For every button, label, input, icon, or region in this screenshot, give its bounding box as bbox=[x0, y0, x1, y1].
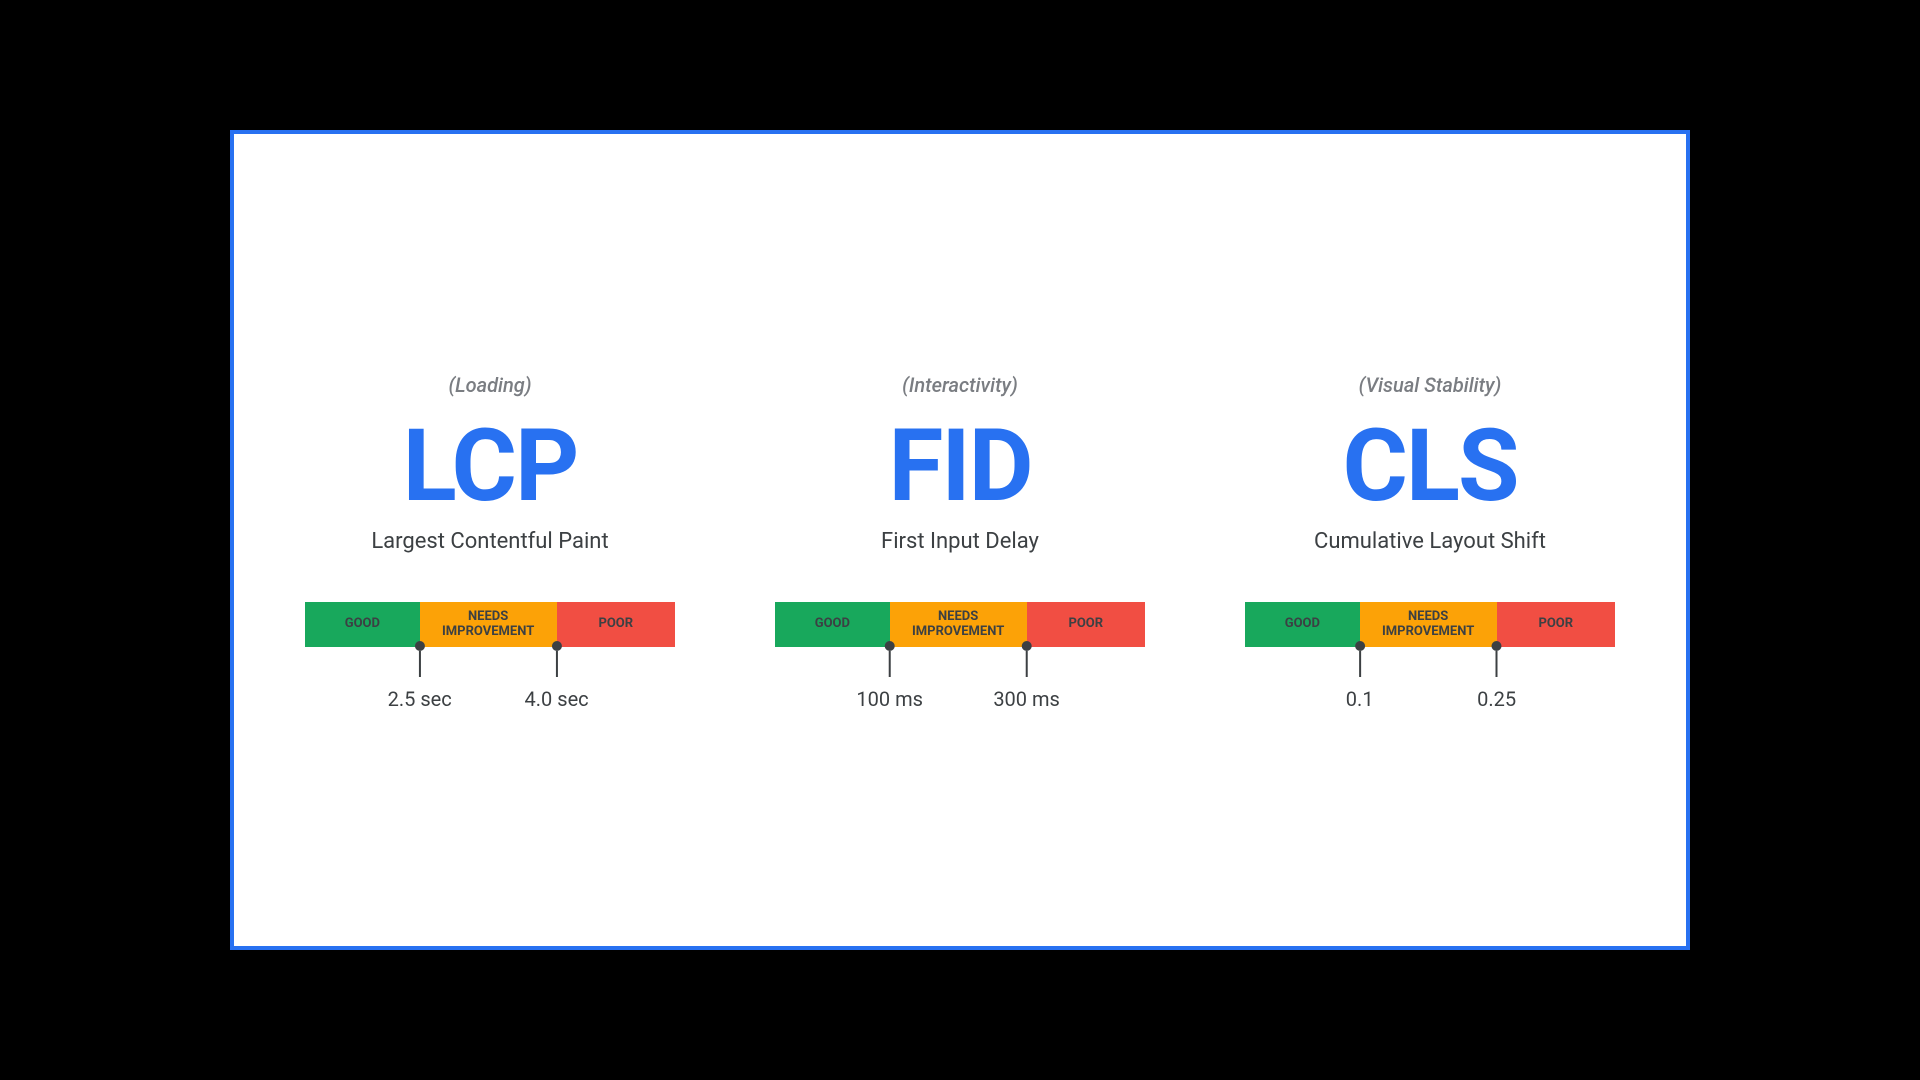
metric-fid: (Interactivity) FID First Input Delay GO… bbox=[775, 373, 1145, 707]
threshold-bar: GOOD NEEDSIMPROVEMENT POOR 0.1 0.25 bbox=[1245, 602, 1615, 707]
threshold-bar: GOOD NEEDSIMPROVEMENT POOR 100 ms 300 ms bbox=[775, 602, 1145, 707]
diagram-frame: (Loading) LCP Largest Contentful Paint G… bbox=[230, 130, 1690, 950]
threshold-marker-1: 100 ms bbox=[856, 641, 923, 711]
threshold-value: 100 ms bbox=[856, 687, 923, 711]
threshold-value: 0.25 bbox=[1477, 687, 1516, 711]
metric-category: (Loading) bbox=[448, 373, 531, 397]
threshold-marker-2: 0.25 bbox=[1477, 641, 1516, 711]
bar-segments: GOOD NEEDSIMPROVEMENT POOR bbox=[775, 602, 1145, 647]
marker-dot-icon bbox=[1022, 641, 1032, 651]
threshold-marker-2: 4.0 sec bbox=[525, 641, 589, 711]
metric-abbrev: FID bbox=[888, 417, 1031, 517]
metric-fullname: Largest Contentful Paint bbox=[371, 529, 608, 554]
threshold-marker-1: 2.5 sec bbox=[388, 641, 452, 711]
threshold-value: 4.0 sec bbox=[525, 687, 589, 711]
bar-segments: GOOD NEEDSIMPROVEMENT POOR bbox=[1245, 602, 1615, 647]
threshold-ticks: 0.1 0.25 bbox=[1245, 647, 1615, 707]
metric-fullname: Cumulative Layout Shift bbox=[1314, 529, 1546, 554]
marker-line-icon bbox=[1496, 651, 1498, 677]
marker-line-icon bbox=[1359, 651, 1361, 677]
threshold-value: 300 ms bbox=[993, 687, 1060, 711]
metric-abbrev: LCP bbox=[403, 417, 578, 517]
threshold-marker-2: 300 ms bbox=[993, 641, 1060, 711]
threshold-ticks: 100 ms 300 ms bbox=[775, 647, 1145, 707]
marker-dot-icon bbox=[1492, 641, 1502, 651]
metric-lcp: (Loading) LCP Largest Contentful Paint G… bbox=[305, 373, 675, 707]
threshold-value: 2.5 sec bbox=[388, 687, 452, 711]
threshold-bar: GOOD NEEDSIMPROVEMENT POOR 2.5 sec 4.0 s… bbox=[305, 602, 675, 707]
segment-needs-improvement: NEEDSIMPROVEMENT bbox=[1360, 602, 1497, 647]
marker-line-icon bbox=[419, 651, 421, 677]
marker-dot-icon bbox=[552, 641, 562, 651]
marker-line-icon bbox=[889, 651, 891, 677]
metric-abbrev: CLS bbox=[1342, 417, 1517, 517]
marker-dot-icon bbox=[415, 641, 425, 651]
bar-segments: GOOD NEEDSIMPROVEMENT POOR bbox=[305, 602, 675, 647]
segment-good: GOOD bbox=[1245, 602, 1360, 647]
marker-line-icon bbox=[1026, 651, 1028, 677]
metric-category: (Visual Stability) bbox=[1359, 373, 1502, 397]
metric-fullname: First Input Delay bbox=[881, 529, 1039, 554]
threshold-value: 0.1 bbox=[1346, 687, 1374, 711]
marker-line-icon bbox=[556, 651, 558, 677]
threshold-ticks: 2.5 sec 4.0 sec bbox=[305, 647, 675, 707]
metric-cls: (Visual Stability) CLS Cumulative Layout… bbox=[1245, 373, 1615, 707]
threshold-marker-1: 0.1 bbox=[1346, 641, 1374, 711]
marker-dot-icon bbox=[885, 641, 895, 651]
marker-dot-icon bbox=[1355, 641, 1365, 651]
metric-category: (Interactivity) bbox=[902, 373, 1018, 397]
